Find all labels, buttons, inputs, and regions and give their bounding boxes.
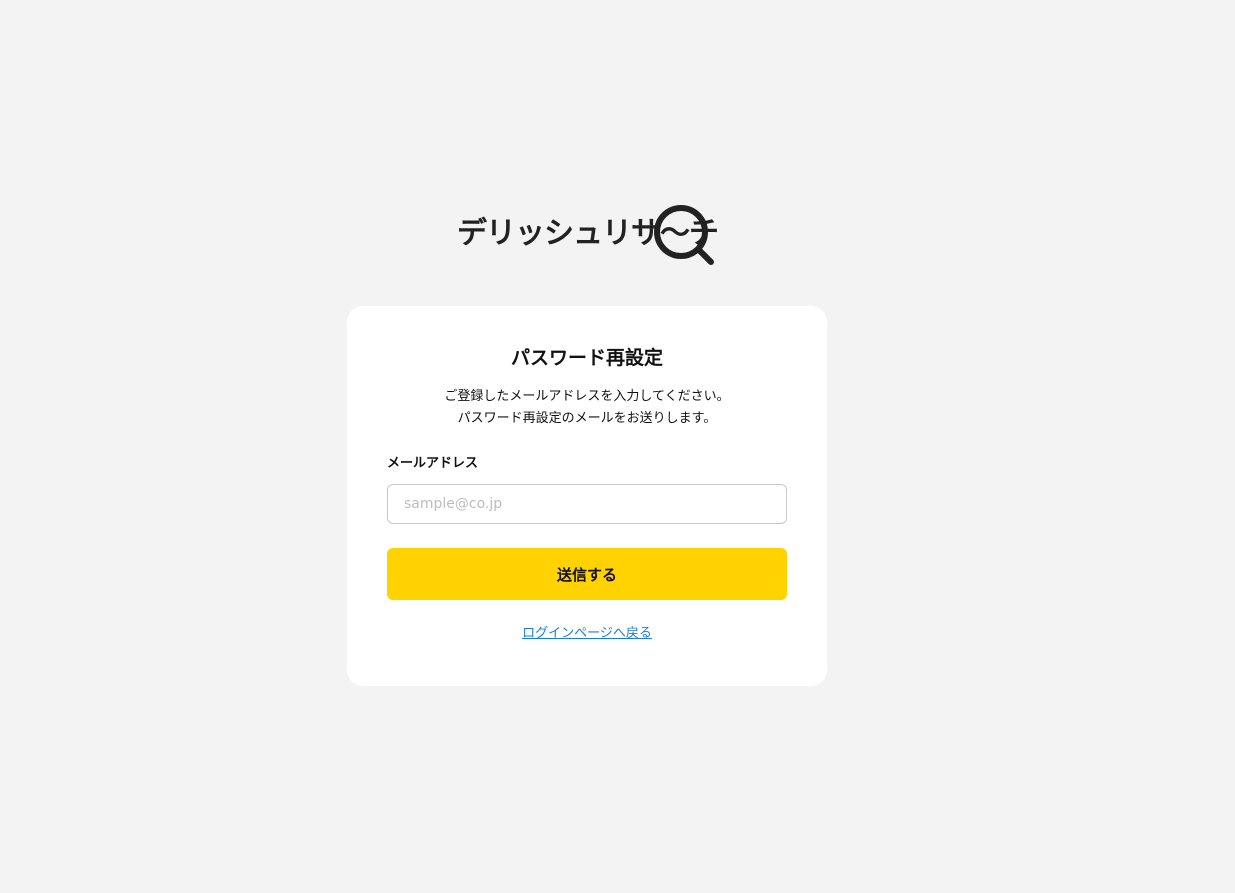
submit-button[interactable]: 送信する (387, 548, 787, 600)
password-reset-card: パスワード再設定 ご登録したメールアドレスを入力してください。 パスワード再設定… (347, 306, 827, 686)
brand-logo: デリッシュリサ〜チ (457, 204, 719, 270)
back-link-container: ログインページへ戻る (347, 624, 827, 644)
instructions-line-1: ご登録したメールアドレスを入力してください。 (444, 389, 730, 404)
instructions: ご登録したメールアドレスを入力してください。 パスワード再設定のメールをお送りし… (347, 386, 827, 430)
email-label: メールアドレス (387, 456, 479, 471)
magnifier-icon (654, 205, 714, 265)
back-to-login-link[interactable]: ログインページへ戻る (522, 626, 652, 641)
page-title: パスワード再設定 (510, 347, 663, 369)
instructions-line-2: パスワード再設定のメールをお送りします。 (457, 411, 717, 426)
email-input[interactable] (387, 484, 787, 524)
